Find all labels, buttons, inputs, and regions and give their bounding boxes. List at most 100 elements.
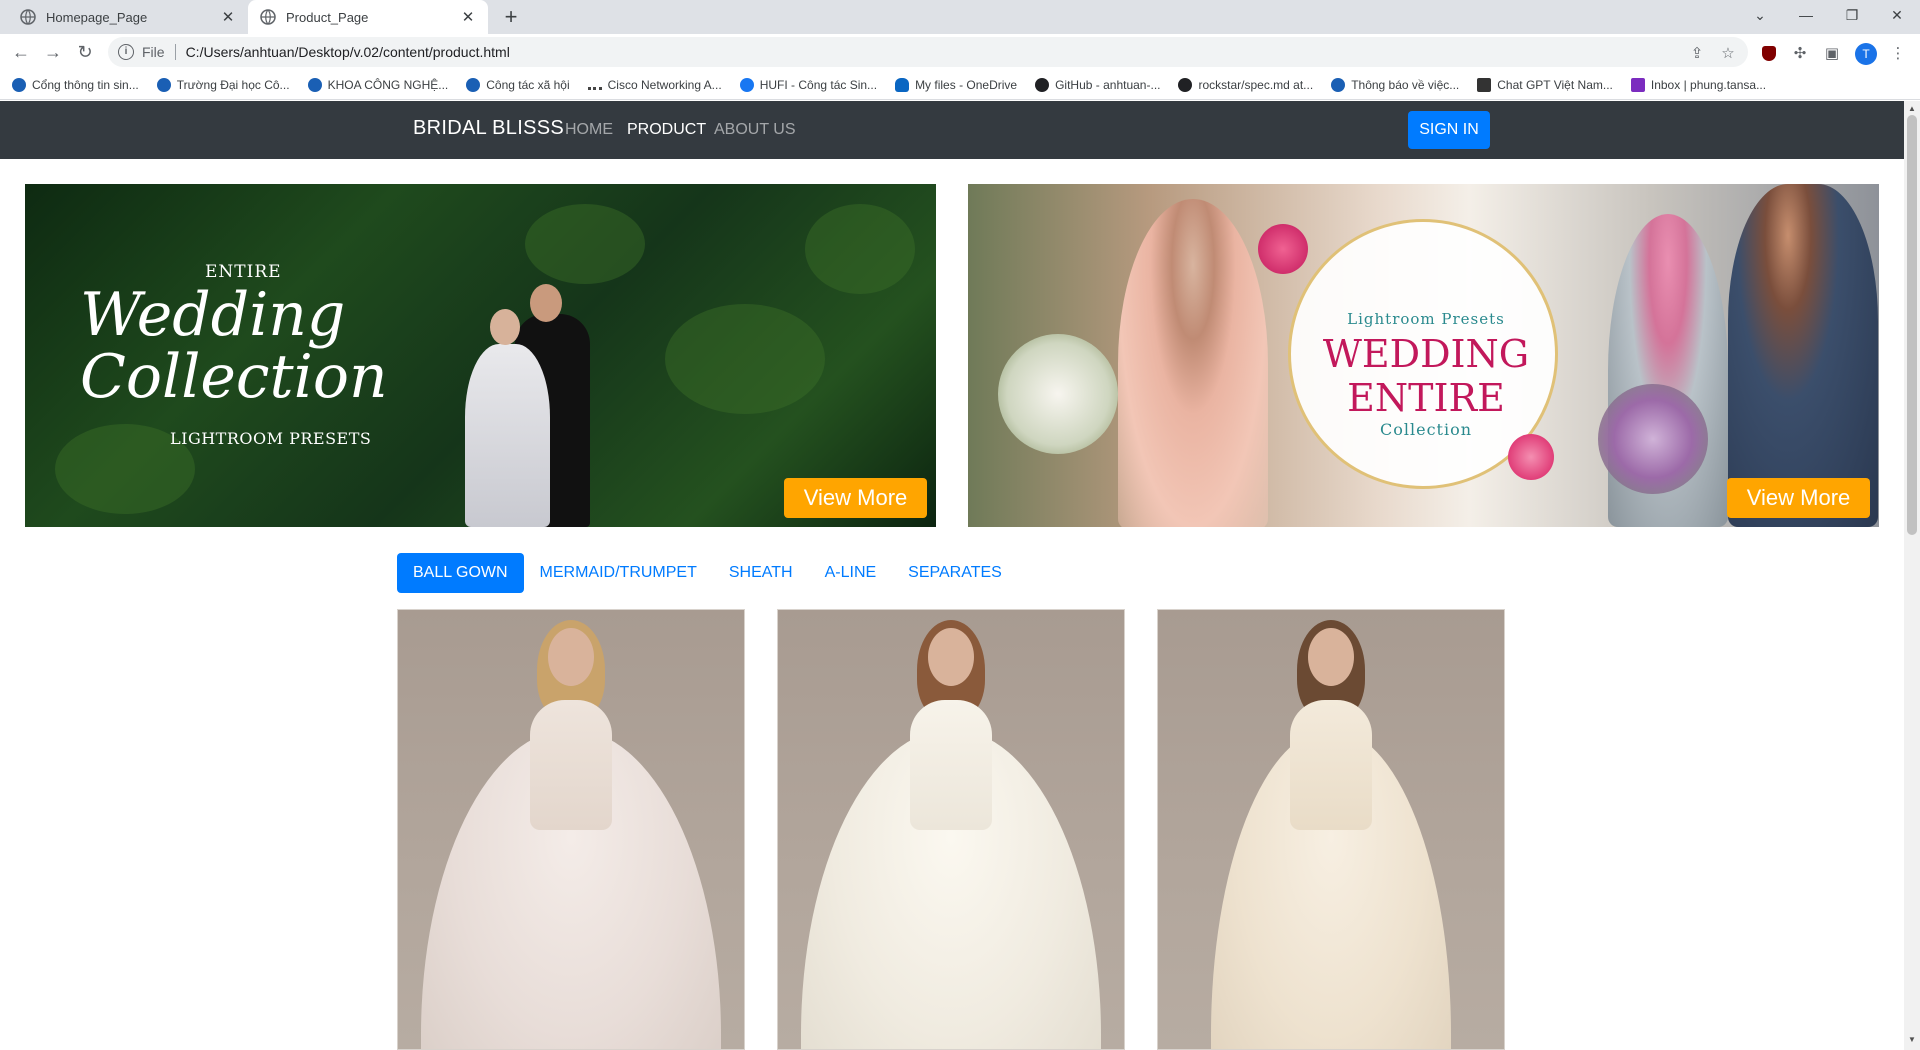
model-head — [1308, 628, 1354, 686]
banner-text-script: Wedding Collection — [80, 280, 388, 412]
page-viewport: BRIDAL BLISSS HOME PRODUCT ABOUT US SIGN… — [0, 101, 1904, 1050]
tab-strip: Homepage_Page ✕ Product_Page ✕ + ⌄ — ❐ ✕ — [0, 0, 1920, 34]
bookmark-item[interactable]: Inbox | phung.tansa... — [1630, 77, 1766, 92]
couple-photo — [455, 254, 595, 527]
scroll-down-icon[interactable]: ▼ — [1908, 1035, 1916, 1044]
bookmark-item[interactable]: Trường Đại học Cô... — [156, 77, 290, 92]
browser-window: Homepage_Page ✕ Product_Page ✕ + ⌄ — ❐ ✕… — [0, 0, 1920, 1050]
bookmark-item[interactable]: Công tác xã hội — [466, 77, 570, 92]
divider — [174, 44, 176, 60]
model-head — [548, 628, 594, 686]
groom-photo — [1728, 184, 1878, 527]
bookmarks-bar: Cổng thông tin sin... Trường Đại học Cô.… — [0, 70, 1920, 100]
bookmark-item[interactable]: rockstar/spec.md at... — [1178, 77, 1313, 92]
bouquet — [998, 334, 1118, 454]
close-icon[interactable]: ✕ — [220, 8, 236, 26]
window-close-button[interactable]: ✕ — [1874, 0, 1920, 30]
banner-text-presets: LIGHTROOM PRESETS — [170, 429, 372, 448]
tab-search-icon[interactable]: ⌄ — [1737, 0, 1783, 30]
bookmark-item[interactable]: Cổng thông tin sin... — [12, 77, 139, 92]
foliage — [805, 204, 915, 294]
brand-logo[interactable]: BRIDAL BLISSS — [413, 117, 564, 140]
model-head — [928, 628, 974, 686]
onedrive-icon — [895, 77, 910, 92]
browser-tab-homepage[interactable]: Homepage_Page ✕ — [8, 0, 248, 34]
view-more-button[interactable]: View More — [1727, 478, 1870, 518]
side-panel-icon[interactable]: ▣ — [1822, 43, 1842, 63]
scroll-up-icon[interactable]: ▲ — [1908, 104, 1916, 113]
portal-icon — [1331, 77, 1346, 92]
bride-photo — [1118, 199, 1268, 527]
bookmark-item[interactable]: Thông báo về việc... — [1331, 77, 1459, 92]
tab-sheath[interactable]: SHEATH — [713, 553, 809, 593]
url-text[interactable]: C:/Users/anhtuan/Desktop/v.02/content/pr… — [186, 44, 510, 60]
bookmark-item[interactable]: GitHub - anhtuan-... — [1035, 77, 1160, 92]
flower-decoration — [1258, 224, 1308, 274]
tab-a-line[interactable]: A-LINE — [809, 553, 893, 593]
close-icon[interactable]: ✕ — [460, 8, 476, 26]
gown-bodice — [530, 700, 612, 830]
menu-kebab-icon[interactable]: ⋮ — [1888, 43, 1908, 63]
tab-title: Product_Page — [286, 9, 369, 25]
gown-bodice — [1290, 700, 1372, 830]
bookmark-item[interactable]: My files - OneDrive — [895, 77, 1017, 92]
extensions-puzzle-icon[interactable]: ✣ — [1790, 43, 1810, 63]
new-tab-button[interactable]: + — [498, 4, 524, 30]
product-card[interactable] — [777, 609, 1125, 1050]
forward-arrow-icon[interactable]: → — [41, 40, 65, 64]
minimize-button[interactable]: — — [1783, 0, 1829, 30]
bookmark-item[interactable]: Chat GPT Việt Nam... — [1477, 77, 1613, 92]
foliage — [665, 304, 825, 414]
chatgpt-icon — [1477, 77, 1492, 92]
bookmark-item[interactable]: KHOA CÔNG NGHỆ... — [307, 77, 448, 92]
back-arrow-icon[interactable]: ← — [9, 40, 33, 64]
site-navbar: BRIDAL BLISSS HOME PRODUCT ABOUT US SIGN… — [0, 101, 1904, 159]
bookmark-item[interactable]: HUFI - Công tác Sin... — [739, 77, 877, 92]
browser-toolbar: ← → ↻ i File C:/Users/anhtuan/Desktop/v.… — [0, 34, 1920, 70]
banner-wedding-collection: ENTIRE Wedding Collection LIGHTROOM PRES… — [25, 184, 936, 527]
bookmark-item[interactable]: Cisco Networking A... — [587, 78, 722, 92]
category-tabs: BALL GOWN MERMAID/TRUMPET SHEATH A-LINE … — [397, 553, 1018, 593]
globe-icon — [20, 9, 36, 25]
banner-title: WEDDING ENTIRE — [1322, 332, 1530, 420]
github-icon — [1178, 77, 1193, 92]
address-bar[interactable]: i File C:/Users/anhtuan/Desktop/v.02/con… — [108, 37, 1748, 67]
tab-ball-gown[interactable]: BALL GOWN — [397, 553, 524, 593]
sign-in-button[interactable]: SIGN IN — [1408, 111, 1490, 149]
star-icon[interactable]: ☆ — [1718, 43, 1738, 63]
mail-icon — [1630, 77, 1645, 92]
cisco-icon — [587, 80, 602, 90]
reload-icon[interactable]: ↻ — [73, 40, 97, 64]
groom-head — [530, 284, 562, 322]
banner-text-presets: Lightroom Presets — [1347, 310, 1505, 328]
flower-decoration — [1508, 434, 1554, 480]
portal-icon — [156, 77, 171, 92]
browser-tab-product[interactable]: Product_Page ✕ — [248, 0, 488, 34]
nav-link-product[interactable]: PRODUCT — [627, 121, 706, 139]
product-card[interactable] — [397, 609, 745, 1050]
banner-wedding-entire: Lightroom Presets WEDDING ENTIRE Collect… — [968, 184, 1879, 527]
bouquet — [1598, 384, 1708, 494]
portal-icon — [466, 77, 481, 92]
tab-separates[interactable]: SEPARATES — [892, 553, 1018, 593]
facebook-icon — [739, 77, 754, 92]
nav-link-home[interactable]: HOME — [565, 121, 613, 139]
tab-mermaid-trumpet[interactable]: MERMAID/TRUMPET — [524, 553, 713, 593]
nav-link-about-us[interactable]: ABOUT US — [714, 121, 796, 139]
portal-icon — [12, 77, 26, 92]
github-icon — [1035, 77, 1050, 92]
scrollbar-thumb[interactable] — [1907, 115, 1917, 535]
view-more-button[interactable]: View More — [784, 478, 927, 518]
profile-avatar[interactable]: T — [1855, 43, 1877, 65]
banner-text-entire: ENTIRE — [205, 262, 282, 282]
ublock-extension-icon[interactable] — [1759, 43, 1779, 63]
scheme-label: File — [142, 44, 165, 60]
bride-figure — [465, 344, 550, 527]
page-scrollbar[interactable]: ▲ ▼ — [1904, 101, 1920, 1050]
product-card[interactable] — [1157, 609, 1505, 1050]
restore-button[interactable]: ❐ — [1829, 0, 1875, 30]
globe-icon — [260, 9, 276, 25]
share-icon[interactable]: ⇪ — [1687, 43, 1707, 63]
info-icon[interactable]: i — [118, 44, 134, 60]
portal-icon — [307, 77, 322, 92]
